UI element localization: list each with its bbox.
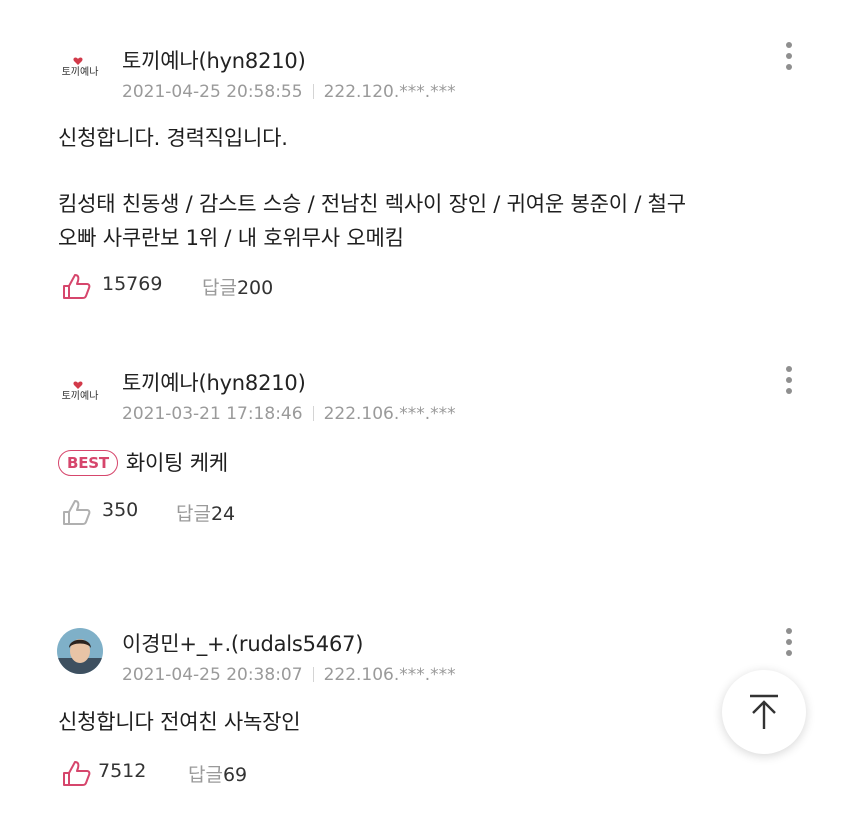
comment-date: 2021-03-21 17:18:46 (122, 404, 303, 424)
comment-body: BEST 화이팅 케케 (58, 446, 228, 480)
reply-button[interactable]: 답글24 (176, 499, 235, 526)
reply-label: 답글 (188, 764, 223, 786)
more-dot (786, 53, 792, 59)
comment-line: 신청합니다. 경력직입니다. (58, 126, 288, 150)
comment-author[interactable]: 이경민+_+.(rudals5467) (122, 628, 363, 658)
more-options-button[interactable] (780, 364, 798, 398)
comment-meta: 2021-04-25 20:38:07 222.106.***.*** (122, 665, 456, 685)
meta-divider (312, 84, 314, 99)
more-options-button[interactable] (780, 40, 798, 74)
comment-line: 오빠 사쿠란보 1위 / 내 호위무사 오메킴 (58, 226, 404, 250)
reply-count: 69 (222, 764, 248, 786)
comment-meta: 2021-04-25 20:58:55 222.120.***.*** (122, 82, 456, 102)
thumbs-up-icon[interactable] (60, 272, 92, 300)
more-options-button[interactable] (780, 626, 798, 660)
thumbs-up-icon[interactable] (60, 498, 92, 526)
scroll-top-button[interactable] (722, 670, 806, 754)
reply-button[interactable]: 답글69 (188, 760, 247, 787)
more-dot (786, 64, 792, 70)
rabbit-logo-icon: 토끼예나 (62, 57, 99, 78)
thumbs-up-icon[interactable] (60, 759, 92, 787)
svg-text:토끼예나: 토끼예나 (62, 390, 99, 402)
comment-ip: 222.120.***.*** (323, 82, 456, 102)
comment-date: 2021-04-25 20:38:07 (122, 665, 303, 685)
comment-date: 2021-04-25 20:58:55 (122, 82, 303, 102)
reply-count: 24 (210, 503, 236, 525)
comment-author[interactable]: 토끼예나(hyn8210) (122, 367, 306, 397)
comment-ip: 222.106.***.*** (323, 665, 456, 685)
more-dot (786, 388, 792, 394)
like-count: 7512 (98, 760, 147, 782)
meta-divider (312, 667, 314, 682)
reply-count: 200 (236, 277, 274, 299)
avatar[interactable]: 토끼예나 (57, 42, 103, 88)
meta-divider (312, 406, 314, 421)
like-count: 350 (102, 499, 139, 521)
more-vertical-icon (786, 366, 792, 372)
svg-text:토끼예나: 토끼예나 (62, 66, 99, 78)
comment-body: 신청합니다 전여친 사녹장인 (58, 705, 301, 739)
comment-author[interactable]: 토끼예나(hyn8210) (122, 45, 306, 75)
photo-avatar-icon (57, 628, 103, 674)
reply-label: 답글 (176, 503, 211, 525)
reply-button[interactable]: 답글200 (202, 273, 273, 300)
best-badge: BEST (58, 450, 118, 476)
comment-text: 화이팅 케케 (125, 451, 228, 475)
avatar[interactable]: 토끼예나 (57, 366, 103, 412)
comment-line: 킴성태 친동생 / 감스트 스승 / 전남친 렉사이 장인 / 귀여운 봉준이 … (58, 192, 686, 216)
arrow-up-icon (750, 694, 778, 729)
like-count: 15769 (102, 273, 163, 295)
more-vertical-icon (786, 42, 792, 48)
comment-text: 신청합니다 전여친 사녹장인 (58, 710, 301, 734)
more-dot (786, 639, 792, 645)
avatar[interactable] (57, 628, 103, 674)
more-dot (786, 377, 792, 383)
more-vertical-icon (786, 628, 792, 634)
comment-body: 신청합니다. 경력직입니다. 킴성태 친동생 / 감스트 스승 / 전남친 렉사… (58, 121, 686, 255)
more-dot (786, 650, 792, 656)
reply-label: 답글 (202, 277, 237, 299)
rabbit-logo-icon: 토끼예나 (62, 381, 99, 402)
comment-ip: 222.106.***.*** (323, 404, 456, 424)
comment-meta: 2021-03-21 17:18:46 222.106.***.*** (122, 404, 456, 424)
